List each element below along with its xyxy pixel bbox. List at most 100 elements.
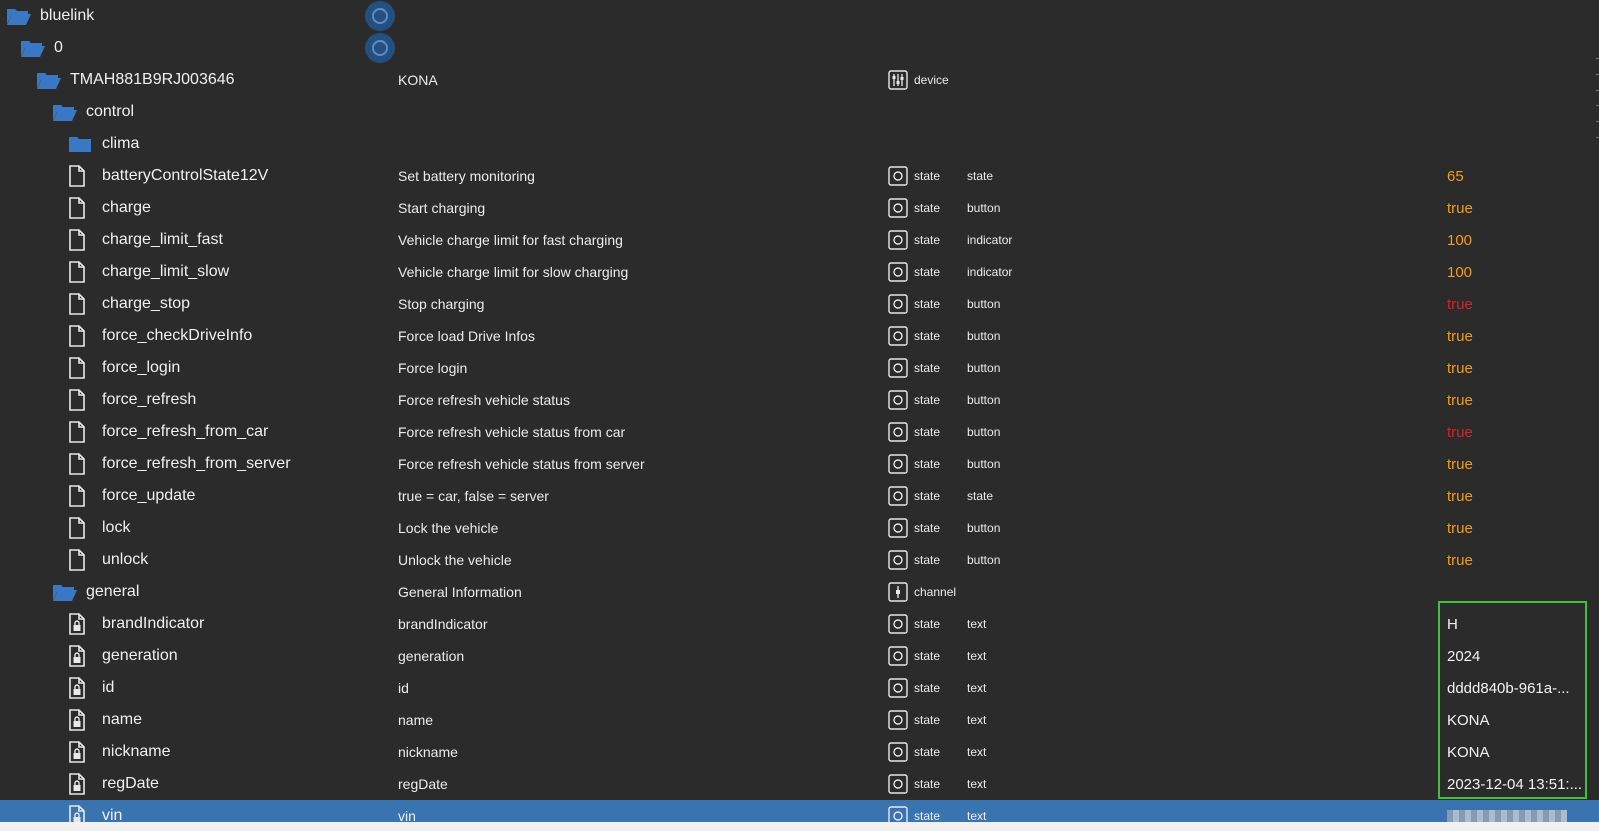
folder-open-icon[interactable] [52, 581, 78, 603]
tree-row-force-update[interactable]: force_update true = car, false = server st… [0, 480, 1599, 512]
file-icon[interactable] [68, 517, 94, 539]
tree-row-nickname[interactable]: nickname nickname state text KONA [0, 736, 1599, 768]
state-type-icon [888, 806, 908, 822]
object-value[interactable]: 65 [1447, 160, 1587, 192]
object-type-label: state [914, 425, 941, 439]
object-value[interactable]: true [1447, 320, 1587, 352]
tree-row-charge[interactable]: charge Start charging state button true [0, 192, 1599, 224]
object-id-label: general [86, 583, 140, 600]
object-id-label: charge_limit_slow [102, 263, 230, 280]
object-id-label: 0 [54, 39, 63, 56]
tree-row-charge-limit-fast[interactable]: charge_limit_fast Vehicle charge limit fo… [0, 224, 1599, 256]
tree-row-bluelink[interactable]: bluelink [0, 0, 1599, 32]
object-value[interactable]: true [1447, 288, 1587, 320]
object-value[interactable] [1447, 800, 1587, 822]
tree-row-force-refresh[interactable]: force_refresh Force refresh vehicle statu… [0, 384, 1599, 416]
state-type-icon [888, 422, 908, 442]
object-value[interactable]: 100 [1447, 224, 1587, 256]
file-icon[interactable] [68, 229, 94, 251]
file-lock-icon[interactable] [68, 741, 94, 763]
object-id-label: force_update [102, 487, 196, 504]
tree-row-0[interactable]: 0 [0, 32, 1599, 64]
file-icon[interactable] [68, 549, 94, 571]
object-role: text [967, 713, 987, 727]
object-id-label: charge [102, 199, 151, 216]
file-lock-icon[interactable] [68, 677, 94, 699]
object-type: state [888, 672, 940, 704]
state-type-icon [888, 262, 908, 282]
object-name-cell: batteryControlState12V [68, 160, 268, 192]
object-value[interactable]: true [1447, 192, 1587, 224]
tree-row-tmah881b9rj003646[interactable]: TMAH881B9RJ003646 KONA device [0, 64, 1599, 96]
expand-indicator-icon[interactable] [365, 33, 395, 63]
file-icon[interactable] [68, 197, 94, 219]
tree-row-name[interactable]: name name state text KONA [0, 704, 1599, 736]
tree-row-batterycontrolstate12v[interactable]: batteryControlState12V Set battery monito… [0, 160, 1599, 192]
tree-row-force-refresh-from-server[interactable]: force_refresh_from_server Force refresh v… [0, 448, 1599, 480]
tree-row-control[interactable]: control [0, 96, 1599, 128]
object-name-cell: 0 [20, 32, 63, 64]
expand-indicator-icon[interactable] [365, 1, 395, 31]
tree-row-charge-limit-slow[interactable]: charge_limit_slow Vehicle charge limit fo… [0, 256, 1599, 288]
object-value[interactable]: 2024 [1447, 640, 1587, 672]
file-lock-icon[interactable] [68, 645, 94, 667]
object-id-label: control [86, 103, 135, 120]
file-icon[interactable] [68, 389, 94, 411]
object-value[interactable]: KONA [1447, 704, 1587, 736]
object-value[interactable]: true [1447, 480, 1587, 512]
object-type: state [888, 256, 940, 288]
file-lock-icon[interactable] [68, 709, 94, 731]
tree-row-general[interactable]: general General Information channel [0, 576, 1599, 608]
object-id-label: charge_limit_fast [102, 231, 223, 248]
folder-closed-icon[interactable] [68, 133, 94, 155]
tree-row-unlock[interactable]: unlock Unlock the vehicle state button true [0, 544, 1599, 576]
folder-open-icon[interactable] [52, 101, 78, 123]
tree-row-brandindicator[interactable]: brandIndicator brandIndicator state text H [0, 608, 1599, 640]
tree-row-generation[interactable]: generation generation state text 2024 [0, 640, 1599, 672]
object-value[interactable]: KONA [1447, 736, 1587, 768]
object-value[interactable]: 100 [1447, 256, 1587, 288]
object-value[interactable]: true [1447, 416, 1587, 448]
tree-row-lock[interactable]: lock Lock the vehicle state button true [0, 512, 1599, 544]
tree-row-force-checkdriveinfo[interactable]: force_checkDriveInfo Force load Drive Inf… [0, 320, 1599, 352]
tree-row-force-login[interactable]: force_login Force login state button true [0, 352, 1599, 384]
file-icon[interactable] [68, 165, 94, 187]
file-icon[interactable] [68, 357, 94, 379]
tree-row-id[interactable]: id id state text dddd840b-961a-... [0, 672, 1599, 704]
tree-row-regdate[interactable]: regDate regDate state text 2023-12-04 13:51:… [0, 768, 1599, 800]
file-lock-icon[interactable] [68, 773, 94, 795]
object-value[interactable]: true [1447, 448, 1587, 480]
object-name-cell: charge_limit_fast [68, 224, 223, 256]
object-id-label: force_refresh_from_car [102, 423, 269, 440]
tree-row-charge-stop[interactable]: charge_stop Stop charging state button true [0, 288, 1599, 320]
state-type-icon [888, 198, 908, 218]
tree-row-force-refresh-from-car[interactable]: force_refresh_from_car Force refresh vehi… [0, 416, 1599, 448]
folder-open-icon[interactable] [6, 5, 32, 27]
object-description: name [398, 712, 434, 728]
file-lock-icon[interactable] [68, 613, 94, 635]
folder-open-icon[interactable] [20, 37, 46, 59]
state-type-icon [888, 550, 908, 570]
object-type: state [888, 640, 940, 672]
state-type-icon [888, 678, 908, 698]
object-value[interactable]: true [1447, 544, 1587, 576]
object-type: device [888, 64, 949, 96]
file-icon[interactable] [68, 325, 94, 347]
file-icon[interactable] [68, 453, 94, 475]
file-icon[interactable] [68, 261, 94, 283]
object-type-label: state [914, 681, 941, 695]
object-value[interactable]: true [1447, 352, 1587, 384]
file-lock-icon[interactable] [68, 805, 94, 822]
file-icon[interactable] [68, 485, 94, 507]
object-type-label: state [914, 809, 941, 822]
file-icon[interactable] [68, 293, 94, 315]
object-value[interactable]: true [1447, 512, 1587, 544]
file-icon[interactable] [68, 421, 94, 443]
object-value[interactable]: true [1447, 384, 1587, 416]
tree-row-clima[interactable]: clima [0, 128, 1599, 160]
folder-open-icon[interactable] [36, 69, 62, 91]
object-value[interactable]: 2023-12-04 13:51:... [1447, 768, 1587, 800]
object-value[interactable]: dddd840b-961a-... [1447, 672, 1587, 704]
object-value[interactable]: H [1447, 608, 1587, 640]
tree-row-vin[interactable]: vin vin state text [0, 800, 1599, 822]
